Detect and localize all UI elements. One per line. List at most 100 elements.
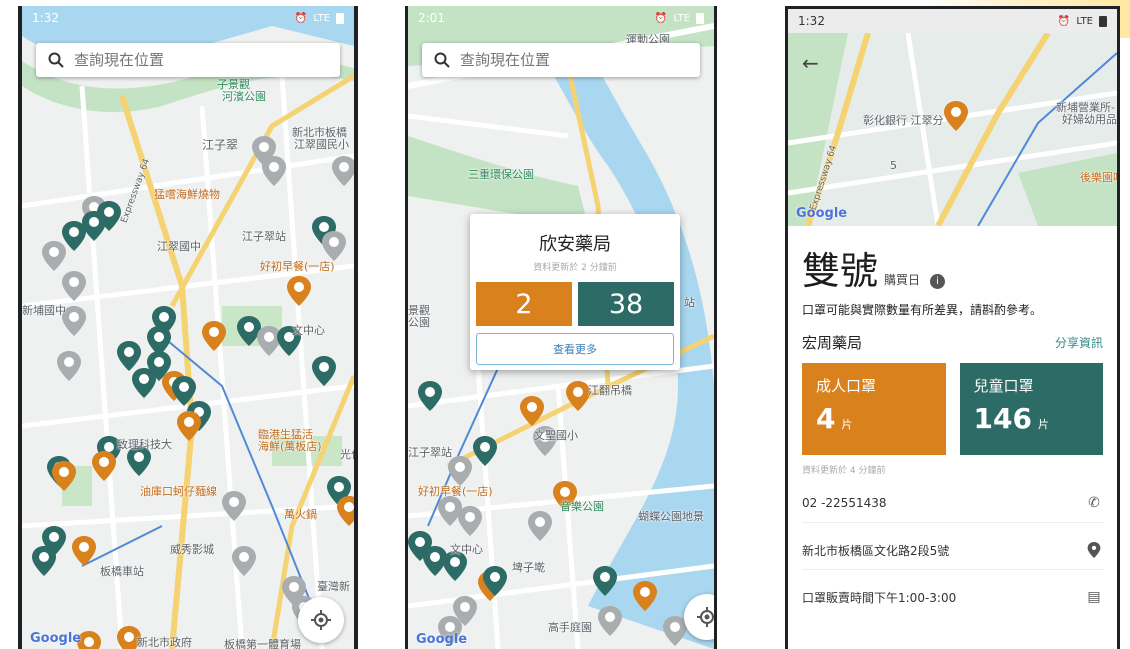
phone-popup-screen: 三重環保公園 運動公園 文聖國小 江子翠站 好初早餐(一店) 音樂公園 蝴蝶公園…	[405, 6, 717, 649]
search-input[interactable]	[460, 51, 660, 69]
map-label: 文中心	[292, 324, 325, 337]
pharmacy-pin-icon[interactable]	[232, 546, 256, 576]
pharmacy-pin-icon[interactable]	[132, 368, 156, 398]
pharmacy-pin-icon[interactable]	[337, 496, 354, 526]
map-label: 猛嚐海鮮燒物	[154, 188, 220, 201]
map-label: 威秀影城	[170, 543, 214, 556]
map-label: 江子翠站	[408, 446, 452, 459]
pharmacy-pin-icon[interactable]	[97, 201, 121, 231]
pharmacy-pin-icon[interactable]	[52, 461, 76, 491]
disclaimer-note: 口罩可能與實際數量有所差異，請斟酌參考。	[802, 303, 1043, 317]
alarm-icon: ⏰	[654, 12, 668, 24]
pharmacy-pin-icon[interactable]	[473, 436, 497, 466]
detail-panel: 雙號 購買日 i 口罩可能與實際數量有所差異，請斟酌參考。 宏周藥局 分享資訊 …	[788, 226, 1117, 649]
map-label: 江子翠	[202, 138, 239, 152]
map-label: 致理科技大	[117, 438, 172, 451]
phone-detail-screen: 1:32 ⏰ LTE 彰化銀行 江翠分 新埔營業所- 好婦幼用品 後樂園叮 Exp…	[785, 6, 1120, 649]
pharmacy-pin-icon[interactable]	[72, 536, 96, 566]
pharmacy-pin-icon[interactable]	[458, 506, 482, 536]
pharmacy-pin-icon[interactable]	[528, 511, 552, 541]
map-label: 好婦幼用品	[1062, 113, 1117, 126]
pharmacy-pin-icon[interactable]	[633, 581, 657, 611]
status-bar: 2:01 ⏰ LTE	[408, 6, 714, 30]
search-bar[interactable]	[36, 43, 340, 77]
pharmacy-pin-icon[interactable]	[222, 491, 246, 521]
pharmacy-pin-icon[interactable]	[332, 156, 354, 186]
status-bar: 1:32 ⏰ LTE	[788, 9, 1117, 33]
map-label: 後樂園叮	[1080, 171, 1117, 184]
status-bar: 1:32 ⏰ LTE	[22, 6, 354, 30]
map-label: 文中心	[450, 543, 483, 556]
map-label: 好初早餐(一店)	[260, 260, 335, 273]
google-logo: Google	[416, 632, 468, 647]
map-label: 新埔國中	[22, 304, 66, 317]
pharmacy-pin-icon[interactable]	[42, 241, 66, 271]
battery-icon	[1099, 15, 1107, 27]
pharmacy-pin-icon[interactable]	[483, 566, 507, 596]
day-type-subtitle: 購買日	[884, 273, 921, 287]
pharmacy-pin-icon[interactable]	[57, 351, 81, 381]
pharmacy-pin-icon[interactable]	[92, 451, 116, 481]
search-input[interactable]	[74, 51, 274, 69]
battery-icon	[336, 12, 344, 24]
pharmacy-pin-icon[interactable]	[287, 276, 311, 306]
phone-number: 02 -22551438	[802, 496, 887, 510]
pharmacy-pin-icon[interactable]	[566, 381, 590, 411]
unit-label: 片	[1037, 418, 1049, 431]
share-button[interactable]: 分享資訊	[1055, 334, 1103, 351]
pharmacy-pin-icon[interactable]	[322, 231, 346, 261]
map-label: 油庫口蚵仔麵線	[140, 485, 217, 498]
address-text: 新北市板橋區文化路2段5號	[802, 543, 950, 558]
info-icon[interactable]: i	[930, 274, 946, 289]
pharmacy-pin-icon[interactable]	[418, 381, 442, 411]
signal-label: LTE	[313, 12, 330, 24]
pharmacy-pin-icon[interactable]	[262, 156, 286, 186]
pharmacy-pin-icon[interactable]	[598, 606, 622, 636]
signal-label: LTE	[1076, 15, 1093, 27]
popup-updated: 資料更新於 2 分鐘前	[533, 263, 617, 273]
map-label: 好初早餐(一店)	[418, 485, 493, 498]
map-label: 埤子墘	[512, 561, 545, 574]
search-icon	[48, 52, 64, 68]
map-label: 江子翠站	[242, 230, 286, 243]
address-row[interactable]: 新北市板橋區文化路2段5號	[802, 531, 1103, 569]
phone-row[interactable]: 02 -22551438 ✆	[802, 484, 1103, 522]
my-location-button[interactable]	[298, 597, 344, 643]
map-label: 萬火鍋	[284, 508, 317, 521]
pharmacy-pin-icon[interactable]	[448, 456, 472, 486]
back-arrow-icon[interactable]: ←	[802, 51, 819, 75]
child-mask-label: 兒童口罩	[973, 377, 1034, 395]
map-label: 站	[684, 296, 695, 309]
phone-icon[interactable]: ✆	[1085, 495, 1103, 511]
divider	[802, 522, 1103, 523]
pharmacy-pin-icon[interactable]	[177, 411, 201, 441]
location-pin-icon[interactable]	[1085, 542, 1103, 558]
pharmacy-pin-icon[interactable]	[62, 271, 86, 301]
pharmacy-popup: 欣安藥局 資料更新於 2 分鐘前 2 38 查看更多	[470, 214, 680, 370]
view-more-button[interactable]: 查看更多	[476, 333, 674, 365]
detail-map[interactable]: 彰化銀行 江翠分 新埔營業所- 好婦幼用品 後樂園叮 Expressway 64…	[788, 33, 1117, 226]
map-label: 音樂公園	[560, 500, 604, 513]
pharmacy-pin-icon[interactable]	[202, 321, 226, 351]
popup-title: 欣安藥局	[539, 234, 611, 255]
signal-label: LTE	[673, 12, 690, 24]
adult-mask-value: 4	[816, 402, 836, 435]
pharmacy-pin-icon[interactable]	[520, 396, 544, 426]
map-label: 海鮮(萬板店)	[258, 440, 322, 453]
map-label: 光仁	[340, 448, 354, 461]
adult-mask-count: 2	[476, 282, 572, 326]
battery-icon	[696, 12, 704, 24]
map-label: 臺灣新	[317, 580, 350, 593]
map-label: 河濱公園	[222, 90, 266, 103]
search-bar[interactable]	[422, 43, 700, 77]
pharmacy-pin-icon[interactable]	[593, 566, 617, 596]
child-mask-value: 146	[973, 402, 1032, 435]
adult-mask-card: 成人口罩 4片	[802, 363, 946, 455]
pharmacy-pin-icon[interactable]	[32, 546, 56, 576]
pharmacy-pin-icon[interactable]	[944, 101, 968, 131]
map-view[interactable]: 子景觀 河濱公園 江子翠 新北市板橋 江翠國民小 猛嚐海鮮燒物 江翠國中 江子翠…	[22, 6, 354, 649]
pharmacy-pin-icon[interactable]	[117, 341, 141, 371]
adult-mask-label: 成人口罩	[816, 377, 877, 395]
alarm-icon: ⏰	[1057, 15, 1071, 27]
pharmacy-pin-icon[interactable]	[312, 356, 336, 386]
